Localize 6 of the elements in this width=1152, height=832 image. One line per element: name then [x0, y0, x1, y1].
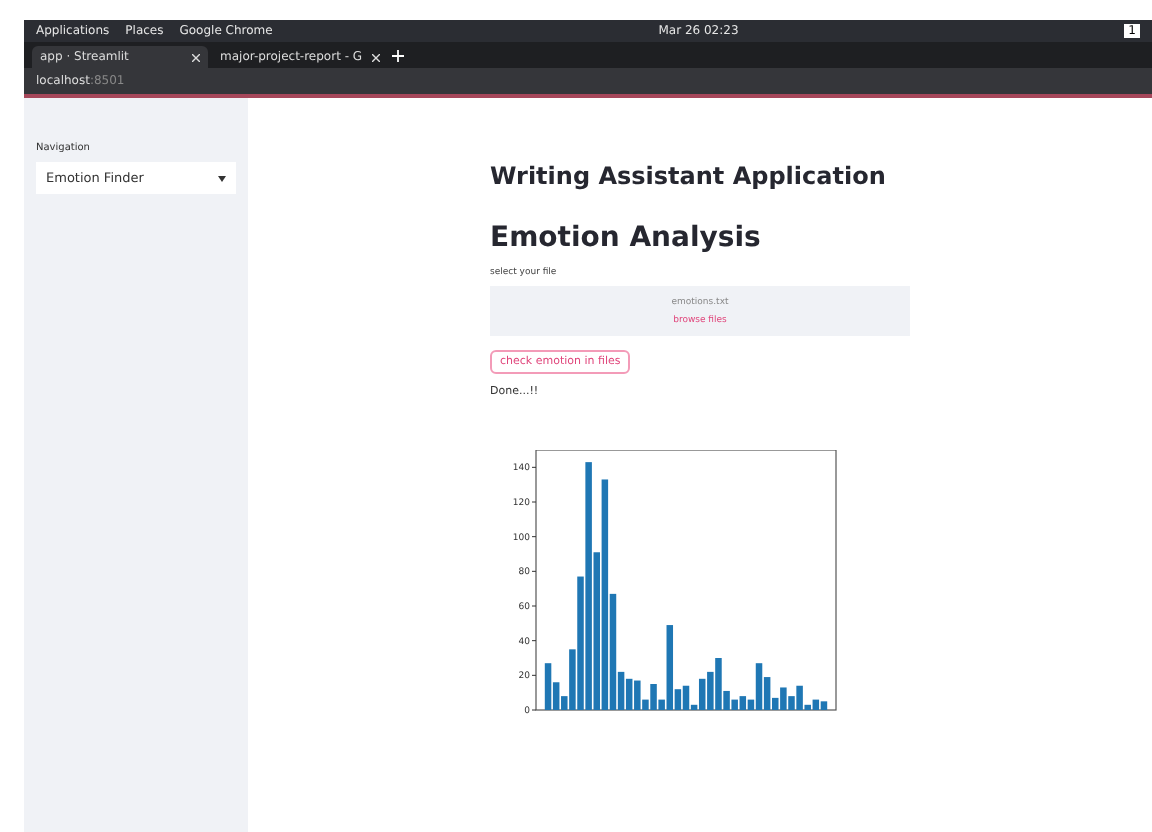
close-icon[interactable] [192, 53, 200, 61]
app-title: Writing Assistant Application [490, 162, 888, 190]
close-icon[interactable] [372, 53, 380, 61]
section-heading: Emotion Analysis [490, 222, 763, 254]
new-tab-icon[interactable] [392, 49, 404, 61]
caret-icon [218, 175, 226, 181]
